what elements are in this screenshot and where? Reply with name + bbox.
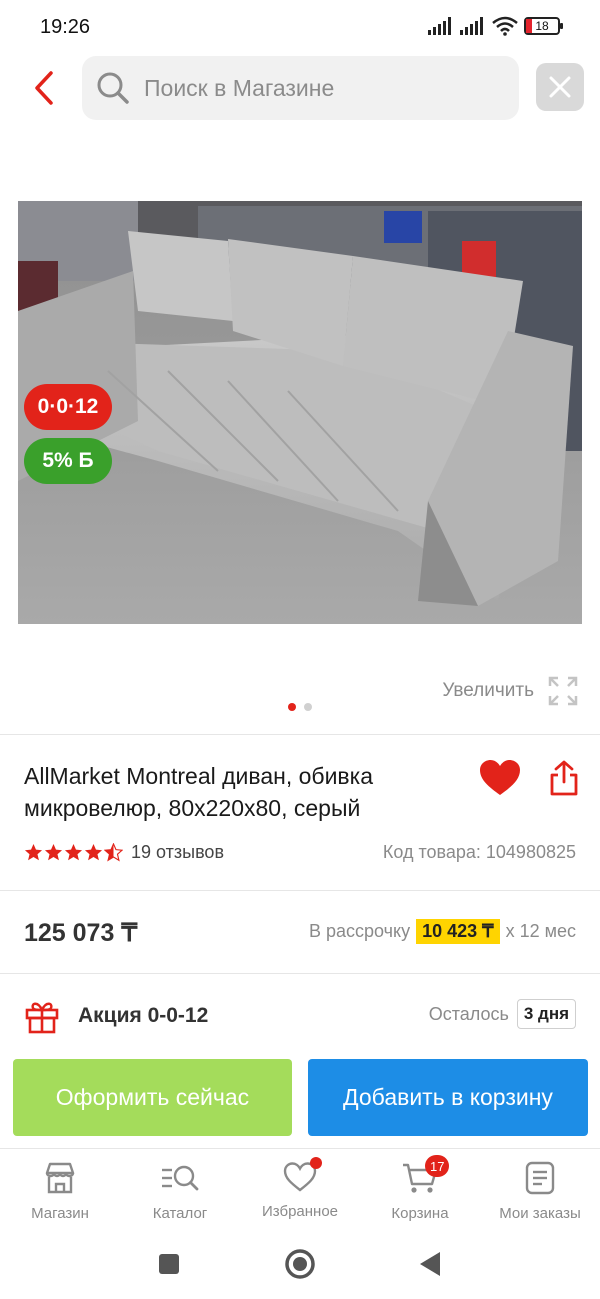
status-bar: 19:26 18: [0, 0, 600, 56]
nav-item-store[interactable]: Магазин: [0, 1149, 120, 1232]
rating[interactable]: 19 отзывов: [24, 842, 224, 863]
installment-prefix: В рассрочку: [308, 921, 411, 941]
recent-apps-button[interactable]: [151, 1246, 187, 1282]
star-icon: [44, 843, 63, 861]
add-to-cart-button[interactable]: Добавить в корзину: [308, 1059, 588, 1136]
share-button[interactable]: [544, 756, 584, 800]
promo-row[interactable]: Акция 0-0-12: [24, 998, 208, 1034]
remaining-label: Осталось: [428, 1003, 509, 1024]
triangle-back-icon: [420, 1252, 440, 1276]
reviews-link[interactable]: 19 отзывов: [131, 842, 224, 863]
product-title: AllMarket Montreal диван, обивка микрове…: [24, 763, 374, 821]
search-placeholder: Поиск в Магазине: [144, 74, 335, 101]
star-icon: [64, 843, 83, 861]
promo-title: Акция 0-0-12: [78, 1004, 209, 1027]
heart-icon: [480, 760, 520, 795]
divider: [0, 890, 600, 891]
bottom-nav: Магазин Каталог Избранное 17 Корзина Мои…: [0, 1148, 600, 1232]
wifi-icon: [492, 16, 518, 36]
installment-amount: 10 423 ₸: [416, 919, 500, 944]
back-button[interactable]: [22, 66, 66, 110]
system-navigation: [0, 1232, 600, 1299]
promo-badge: 0·0·12: [24, 384, 112, 430]
header: Поиск в Магазине: [0, 56, 600, 120]
share-icon: [550, 760, 578, 796]
zoom-label: Увеличить: [442, 680, 534, 701]
star-half-icon: [104, 843, 123, 862]
zoom-button[interactable]: Увеличить: [442, 676, 578, 706]
promo-remaining: Осталось 3 дня: [429, 999, 576, 1029]
pagination-dot[interactable]: [304, 703, 312, 711]
nav-item-catalog[interactable]: Каталог: [120, 1149, 240, 1232]
home-circle-icon: [285, 1249, 315, 1279]
battery-level: 18: [535, 19, 549, 33]
installment-info[interactable]: В рассрочку 10 423 ₸ x 12 мес: [309, 919, 576, 944]
divider: [0, 973, 600, 974]
expand-icon: [548, 676, 578, 706]
remaining-days: 3 дня: [516, 999, 576, 1029]
star-icon: [84, 843, 103, 861]
star-icon: [24, 843, 43, 861]
product-sku: Код товара: 104980825: [382, 842, 576, 862]
nav-item-cart[interactable]: 17 Корзина: [360, 1149, 480, 1232]
nav-label-cart: Корзина: [391, 1205, 449, 1222]
pagination-dot-active[interactable]: [288, 703, 296, 711]
search-icon: [97, 72, 129, 104]
gift-icon: [25, 1002, 59, 1034]
buy-now-button[interactable]: Оформить сейчас: [13, 1059, 292, 1136]
nav-label-orders: Мои заказы: [499, 1205, 581, 1222]
installment-suffix: x 12 мес: [505, 921, 576, 941]
nav-label-favorites: Избранное: [261, 1203, 339, 1220]
battery-icon: 18: [524, 17, 563, 35]
search-input[interactable]: Поиск в Магазине: [82, 56, 519, 120]
status-time: 19:26: [40, 16, 91, 38]
orders-icon: [525, 1161, 555, 1195]
cart-count-badge: 17: [425, 1155, 450, 1177]
rating-stars: [24, 843, 123, 862]
image-pagination: [288, 703, 312, 711]
home-button[interactable]: [282, 1246, 318, 1282]
chevron-left-icon: [35, 71, 53, 105]
favorites-notification-dot: [310, 1157, 322, 1169]
signal-icon: [428, 17, 451, 35]
bonus-badge: 5% Б: [24, 438, 112, 484]
store-icon: [45, 1162, 75, 1194]
favorite-button[interactable]: [478, 756, 522, 800]
close-button[interactable]: [536, 63, 584, 111]
product-price: 125 073 ₸: [24, 919, 138, 947]
catalog-icon: [162, 1165, 199, 1191]
divider: [0, 734, 600, 735]
system-back-button[interactable]: [412, 1246, 448, 1282]
nav-item-favorites[interactable]: Избранное: [240, 1149, 360, 1232]
nav-label-store: Магазин: [31, 1205, 89, 1222]
nav-label-catalog: Каталог: [152, 1205, 208, 1222]
status-icons: 18: [428, 16, 563, 36]
close-icon: [549, 76, 571, 98]
nav-item-orders[interactable]: Мои заказы: [480, 1149, 600, 1232]
signal-icon-2: [460, 17, 483, 35]
square-icon: [159, 1254, 179, 1274]
